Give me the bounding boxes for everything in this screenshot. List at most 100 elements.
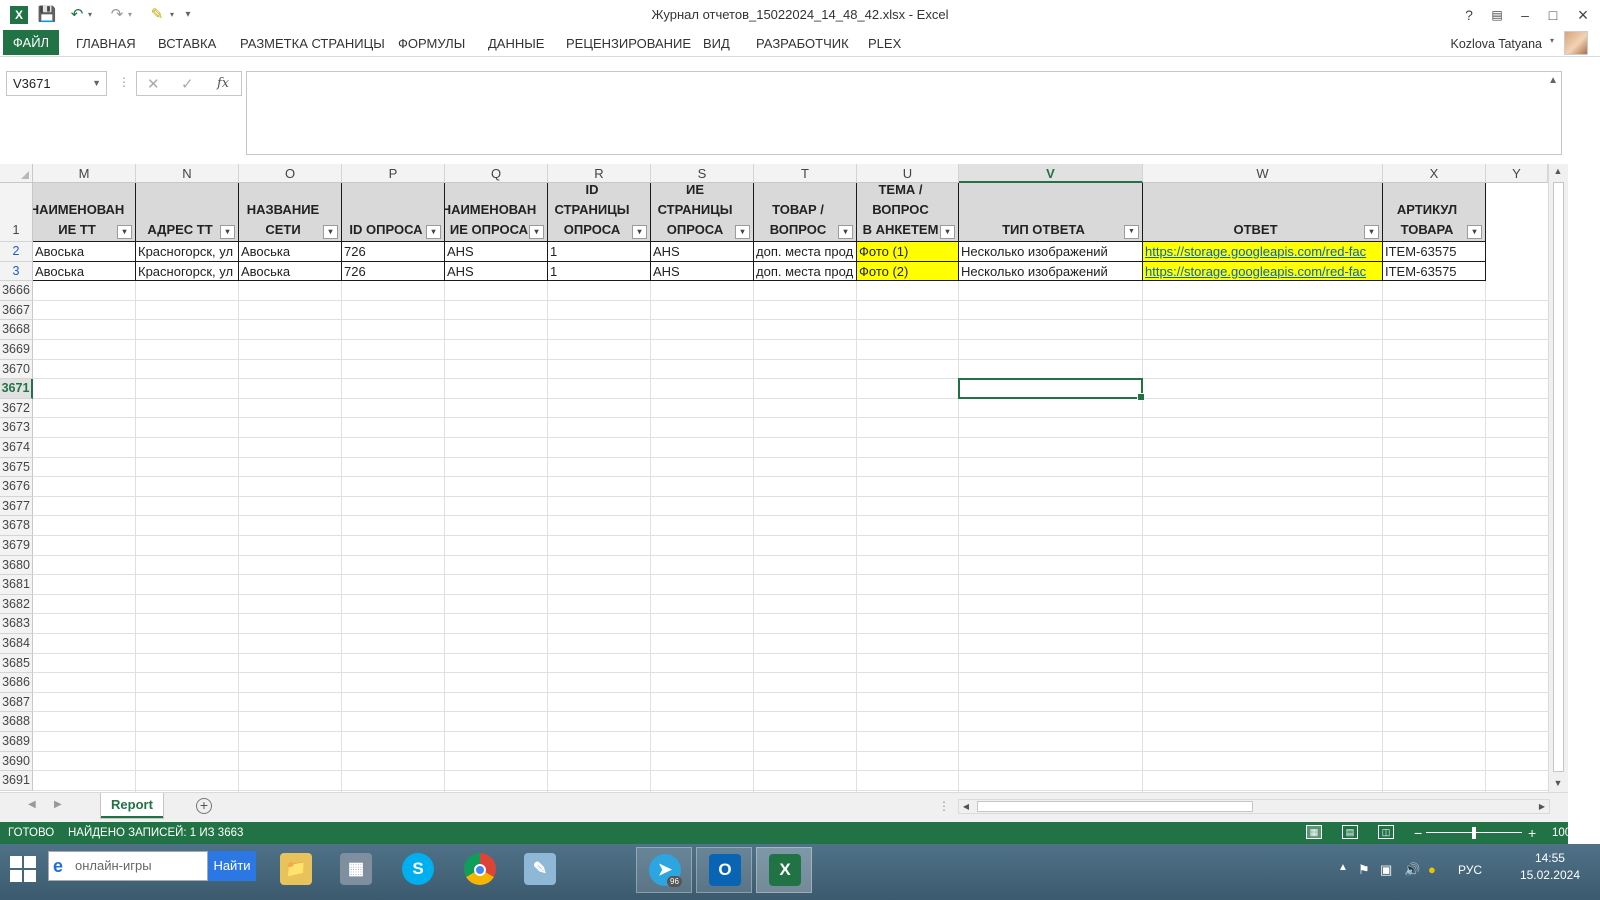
tab-view[interactable]: ВИД: [703, 33, 730, 55]
tab-split-handle-icon[interactable]: ⋮: [938, 799, 950, 813]
language-indicator[interactable]: РУС: [1458, 863, 1482, 877]
close-icon[interactable]: ×: [1570, 4, 1596, 26]
maximize-icon[interactable]: □: [1540, 4, 1566, 26]
row-header-3[interactable]: 3: [0, 261, 33, 282]
column-header-v[interactable]: V: [959, 164, 1143, 183]
active-cell-selection[interactable]: [958, 378, 1145, 401]
prev-sheet-icon[interactable]: ◀: [28, 799, 36, 810]
tab-data[interactable]: ДАННЫЕ: [488, 33, 544, 55]
scroll-down-icon[interactable]: ▼: [1552, 778, 1564, 790]
taskbar-search-input[interactable]: e онлайн-игры: [48, 851, 208, 881]
filter-dropdown-icon[interactable]: ▾: [426, 225, 441, 239]
hyperlink-cell[interactable]: https://storage.googleapis.com/red-fac: [1143, 242, 1383, 262]
row-header-3683[interactable]: 3683: [0, 614, 33, 634]
row-header-3688[interactable]: 3688: [0, 712, 33, 732]
column-header-u[interactable]: U: [857, 164, 959, 183]
action-center-flag-icon[interactable]: ⚑: [1358, 862, 1370, 878]
row-header-3670[interactable]: 3670: [0, 359, 33, 380]
tab-developer[interactable]: РАЗРАБОТЧИК: [756, 33, 849, 55]
column-header-n[interactable]: N: [136, 164, 239, 183]
taskbar-search-button[interactable]: Найти: [208, 851, 256, 881]
tab-home[interactable]: ГЛАВНАЯ: [76, 33, 136, 55]
scroll-up-icon[interactable]: ▲: [1552, 166, 1564, 178]
skype-app[interactable]: S: [390, 847, 446, 893]
zoom-out-icon[interactable]: −: [1414, 822, 1422, 844]
sheet-tab-report[interactable]: Report: [100, 793, 164, 819]
row-header-3673[interactable]: 3673: [0, 418, 33, 438]
page-break-view-icon[interactable]: ◫: [1378, 825, 1394, 839]
zoom-in-icon[interactable]: +: [1528, 822, 1536, 844]
security-icon[interactable]: ●: [1428, 862, 1436, 877]
network-icon[interactable]: ▣: [1380, 862, 1392, 878]
file-explorer-app[interactable]: 📁: [268, 847, 324, 893]
row-header-3681[interactable]: 3681: [0, 575, 33, 595]
outlook-app[interactable]: O: [696, 847, 752, 893]
column-header-w[interactable]: W: [1143, 164, 1383, 183]
row-header-3678[interactable]: 3678: [0, 516, 33, 536]
column-header-x[interactable]: X: [1383, 164, 1486, 183]
column-header-m[interactable]: M: [33, 164, 136, 183]
column-header-q[interactable]: Q: [445, 164, 548, 183]
worksheet-grid[interactable]: MNOPQRSTUVWXY 1 2 3 3666 3667 3668 3669 3670 367…: [0, 164, 1548, 792]
volume-icon[interactable]: 🔊: [1404, 862, 1420, 878]
tab-file[interactable]: ФАЙЛ: [3, 30, 59, 55]
collapse-formula-bar-icon[interactable]: ▲: [1548, 75, 1558, 86]
show-hidden-icons-icon[interactable]: ▲: [1338, 862, 1348, 873]
insert-function-icon[interactable]: fx: [217, 76, 229, 91]
scroll-left-icon[interactable]: ◀: [960, 800, 972, 813]
row-header-1[interactable]: 1: [0, 183, 33, 242]
row-header-3674[interactable]: 3674: [0, 438, 33, 458]
vertical-scroll-thumb[interactable]: [1553, 182, 1564, 772]
add-sheet-icon[interactable]: +: [196, 798, 212, 814]
windows-start-icon[interactable]: [10, 856, 38, 884]
row-header-3684[interactable]: 3684: [0, 634, 33, 654]
page-layout-view-icon[interactable]: ▤: [1342, 825, 1358, 839]
enter-icon[interactable]: ✓: [181, 75, 194, 93]
row-header-3679[interactable]: 3679: [0, 536, 33, 556]
tab-page-layout[interactable]: РАЗМЕТКА СТРАНИЦЫ: [240, 33, 385, 55]
filter-dropdown-icon[interactable]: ▾: [940, 225, 955, 239]
hyperlink-cell[interactable]: https://storage.googleapis.com/red-fac: [1143, 261, 1383, 282]
horizontal-scroll-thumb[interactable]: [977, 801, 1253, 812]
row-header-3691[interactable]: 3691: [0, 771, 33, 791]
column-header-y[interactable]: Y: [1486, 164, 1548, 183]
row-header-3689[interactable]: 3689: [0, 732, 33, 752]
filter-dropdown-icon[interactable]: ▾: [117, 225, 132, 239]
tab-formulas[interactable]: ФОРМУЛЫ: [398, 33, 465, 55]
zoom-level[interactable]: 100%: [1552, 822, 1581, 844]
row-header-3677[interactable]: 3677: [0, 496, 33, 517]
row-header-3667[interactable]: 3667: [0, 300, 33, 321]
column-header-t[interactable]: T: [754, 164, 857, 183]
filter-dropdown-icon[interactable]: ▾: [838, 225, 853, 239]
row-header-3686[interactable]: 3686: [0, 673, 33, 693]
minimize-icon[interactable]: –: [1512, 4, 1538, 26]
row-header-3671[interactable]: 3671: [0, 379, 33, 399]
name-box[interactable]: V3671 ▼: [6, 71, 107, 96]
row-header-3682[interactable]: 3682: [0, 594, 33, 615]
select-all-button[interactable]: [0, 164, 33, 183]
column-header-r[interactable]: R: [548, 164, 651, 183]
filter-dropdown-icon[interactable]: ▾: [735, 225, 750, 239]
filter-dropdown-icon[interactable]: ▾: [323, 225, 338, 239]
chrome-app[interactable]: [452, 847, 508, 893]
vertical-scrollbar[interactable]: ▲ ▼: [1548, 164, 1568, 792]
column-header-o[interactable]: O: [239, 164, 342, 183]
user-name[interactable]: Kozlova Tatyana: [1451, 33, 1543, 55]
cancel-icon[interactable]: ✕: [147, 75, 160, 93]
row-header-3669[interactable]: 3669: [0, 340, 33, 360]
horizontal-scrollbar[interactable]: ◀ ▶: [958, 799, 1550, 814]
scroll-right-icon[interactable]: ▶: [1536, 800, 1548, 813]
column-header-p[interactable]: P: [342, 164, 445, 183]
row-header-3668[interactable]: 3668: [0, 320, 33, 340]
row-header-3676[interactable]: 3676: [0, 477, 33, 497]
tab-plex[interactable]: PLEX: [868, 33, 901, 55]
avatar[interactable]: [1564, 31, 1588, 55]
filter-applied-icon[interactable]: ▼: [1124, 225, 1139, 239]
formula-input[interactable]: ▲: [246, 71, 1562, 155]
filter-dropdown-icon[interactable]: ▾: [1364, 225, 1379, 239]
row-header-3685[interactable]: 3685: [0, 653, 33, 674]
row-header-3666[interactable]: 3666: [0, 281, 33, 301]
calculator-app[interactable]: ▦: [328, 847, 384, 893]
filter-dropdown-icon[interactable]: ▾: [529, 225, 544, 239]
tab-insert[interactable]: ВСТАВКА: [158, 33, 216, 55]
